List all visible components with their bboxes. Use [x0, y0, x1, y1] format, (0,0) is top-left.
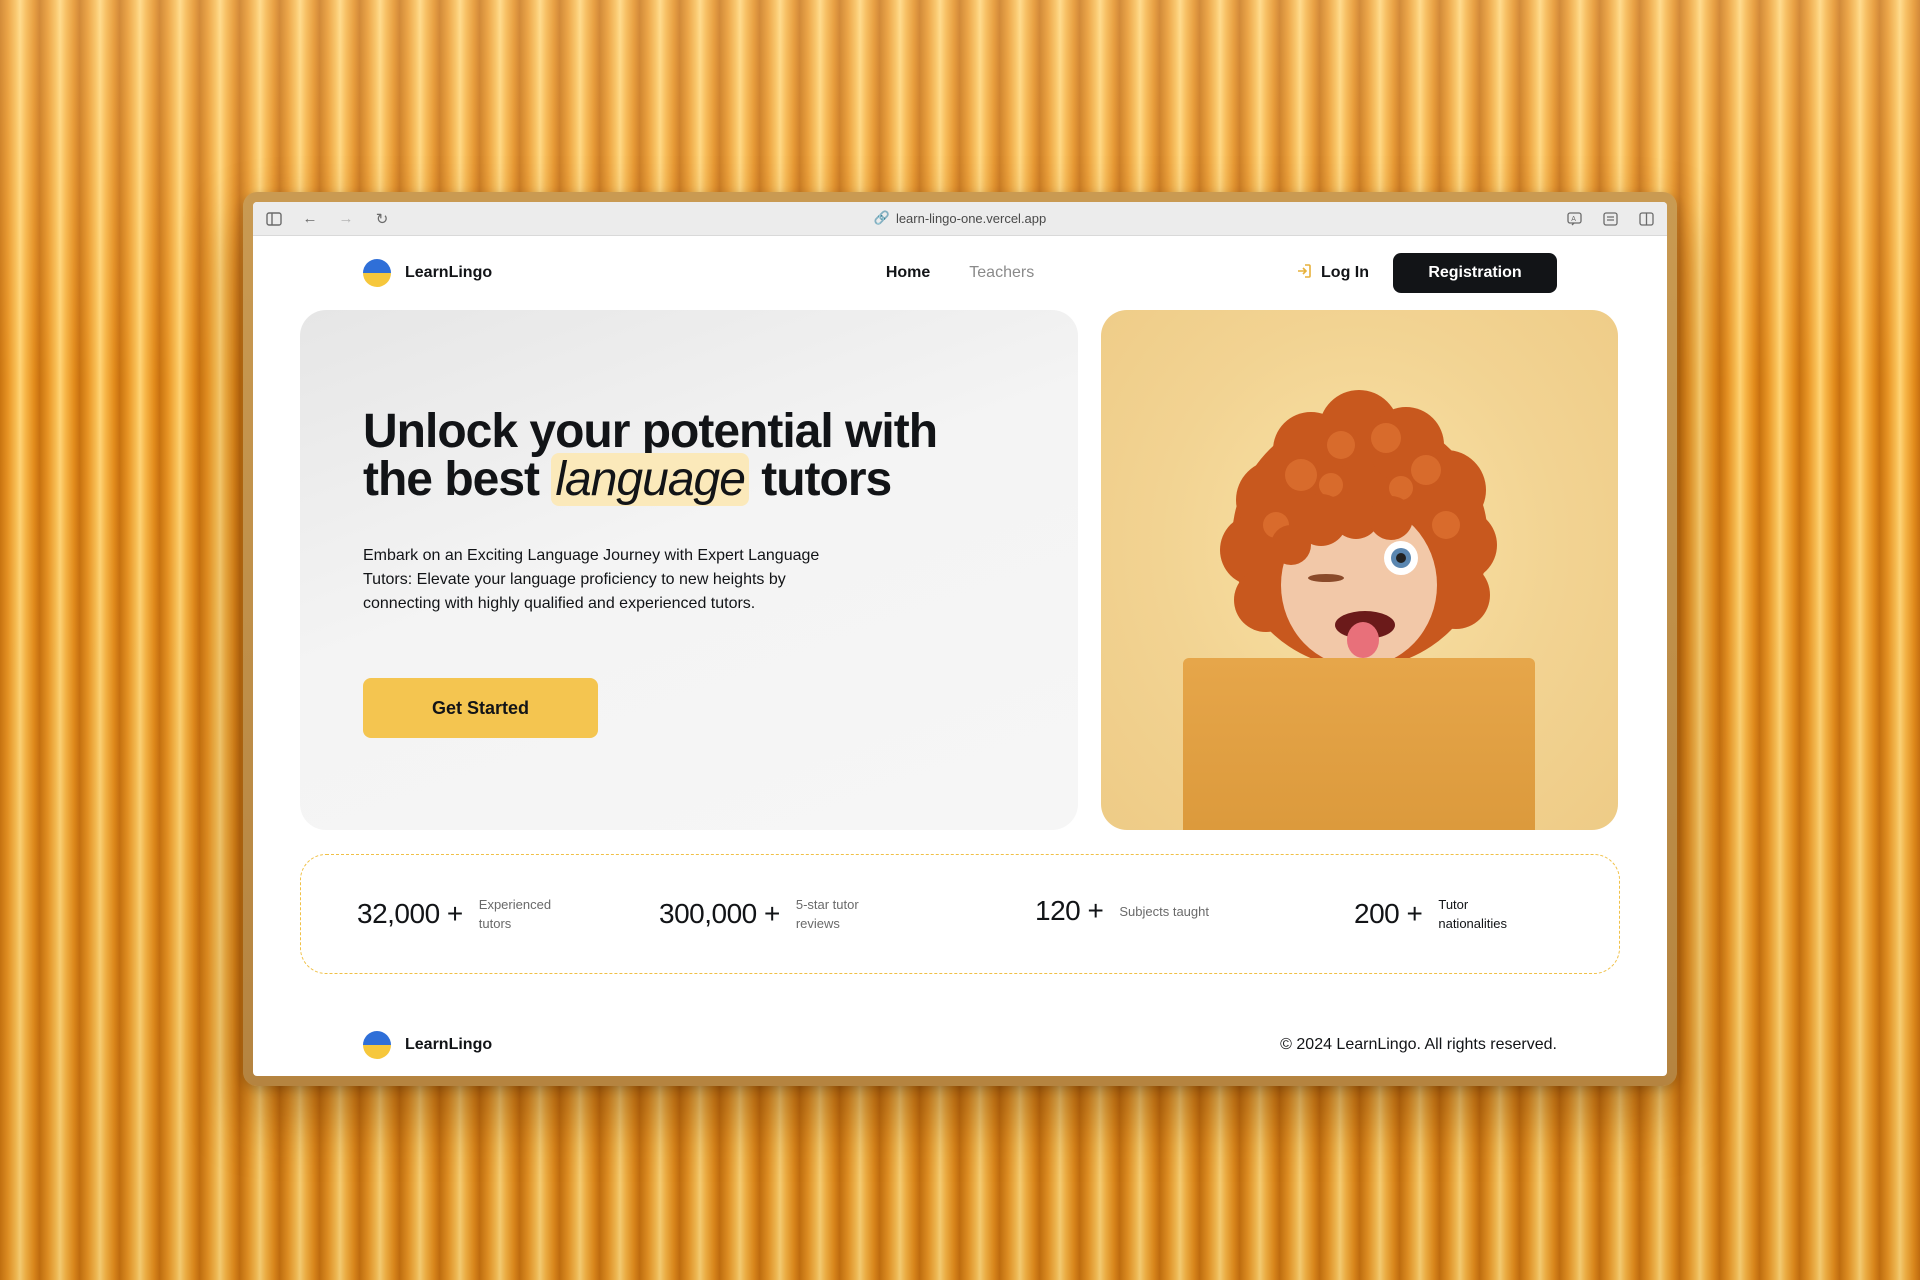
hero-subtext: Embark on an Exciting Language Journey w…	[363, 547, 820, 612]
svg-text:A: A	[1571, 216, 1576, 223]
back-icon[interactable]: ←	[299, 208, 321, 230]
stat-value: 200 +	[1354, 898, 1423, 929]
url-text: learn-lingo-one.vercel.app	[895, 210, 1047, 226]
sidebar-icon[interactable]	[263, 208, 285, 230]
laptop-frame: ← → ↻ 🔗 learn-lingo-one.vercel.app A Lea…	[243, 192, 1677, 1086]
stat-label: Subjects taught	[1119, 903, 1209, 919]
hero-section: Unlock your potential with the best lang…	[253, 310, 1667, 830]
headline-part-3: tutors	[761, 453, 892, 506]
link-icon: 🔗	[873, 210, 890, 225]
ukraine-flag-icon	[363, 1031, 391, 1059]
hero-text-card: Unlock your potential with the best lang…	[300, 310, 1078, 830]
stat-item: 32,000 + Experienced tutors	[357, 895, 569, 933]
get-started-button[interactable]: Get Started	[363, 678, 598, 738]
stat-label: Experienced tutors	[478, 897, 552, 931]
copyright-text: © 2024 LearnLingo. All rights reserved.	[1280, 1036, 1557, 1053]
forward-icon[interactable]: →	[335, 208, 357, 230]
translate-icon[interactable]: A	[1563, 208, 1585, 230]
page: LearnLingo Home Teachers Log In Registra…	[253, 236, 1667, 1059]
stat-label: Tutor nationalities	[1438, 897, 1508, 931]
reader-icon[interactable]	[1599, 208, 1621, 230]
reload-icon[interactable]: ↻	[371, 208, 393, 230]
footer: LearnLingo © 2024 LearnLingo. All rights…	[363, 1031, 1557, 1059]
hero-image-card	[1101, 310, 1618, 830]
hero-headline: Unlock your potential with the best lang…	[363, 405, 1078, 506]
nav-home-link[interactable]: Home	[886, 264, 930, 282]
stat-item: 120 + Subjects taught	[1035, 895, 1209, 927]
headline-line-1: Unlock your potential with	[363, 405, 938, 458]
stat-label: 5-star tutor reviews	[795, 897, 859, 931]
browser-window: ← → ↻ 🔗 learn-lingo-one.vercel.app A Lea…	[253, 202, 1667, 1076]
logo[interactable]: LearnLingo	[363, 259, 492, 287]
stat-value: 300,000 +	[659, 898, 780, 929]
headline-highlight: language	[551, 453, 749, 506]
address-bar[interactable]: 🔗 learn-lingo-one.vercel.app	[874, 210, 1047, 226]
ukraine-flag-icon	[363, 259, 391, 287]
stat-item: 200 + Tutor nationalities	[1354, 895, 1528, 933]
split-view-icon[interactable]	[1635, 208, 1657, 230]
footer-brand-name: LearnLingo	[405, 1036, 493, 1053]
stat-value: 120 +	[1035, 895, 1104, 926]
browser-toolbar: ← → ↻ 🔗 learn-lingo-one.vercel.app A	[253, 202, 1667, 236]
nav-links: Home Teachers	[886, 264, 1034, 282]
headline-part-2: the best	[363, 453, 540, 506]
stat-item: 300,000 + 5-star tutor reviews	[659, 895, 886, 933]
login-icon	[1295, 262, 1313, 285]
header-nav: LearnLingo Home Teachers Log In Registra…	[253, 236, 1667, 310]
brand-name: LearnLingo	[405, 264, 493, 281]
login-label: Log In	[1321, 264, 1369, 281]
login-button[interactable]: Log In	[1295, 262, 1369, 285]
laptop-image	[1183, 658, 1535, 830]
stat-value: 32,000 +	[357, 898, 463, 929]
registration-button[interactable]: Registration	[1393, 253, 1557, 293]
footer-logo[interactable]: LearnLingo	[363, 1031, 492, 1059]
nav-teachers-link[interactable]: Teachers	[969, 264, 1034, 282]
memoji-avatar-image	[1220, 390, 1497, 668]
stats-bar: 32,000 + Experienced tutors 300,000 + 5-…	[300, 854, 1620, 974]
